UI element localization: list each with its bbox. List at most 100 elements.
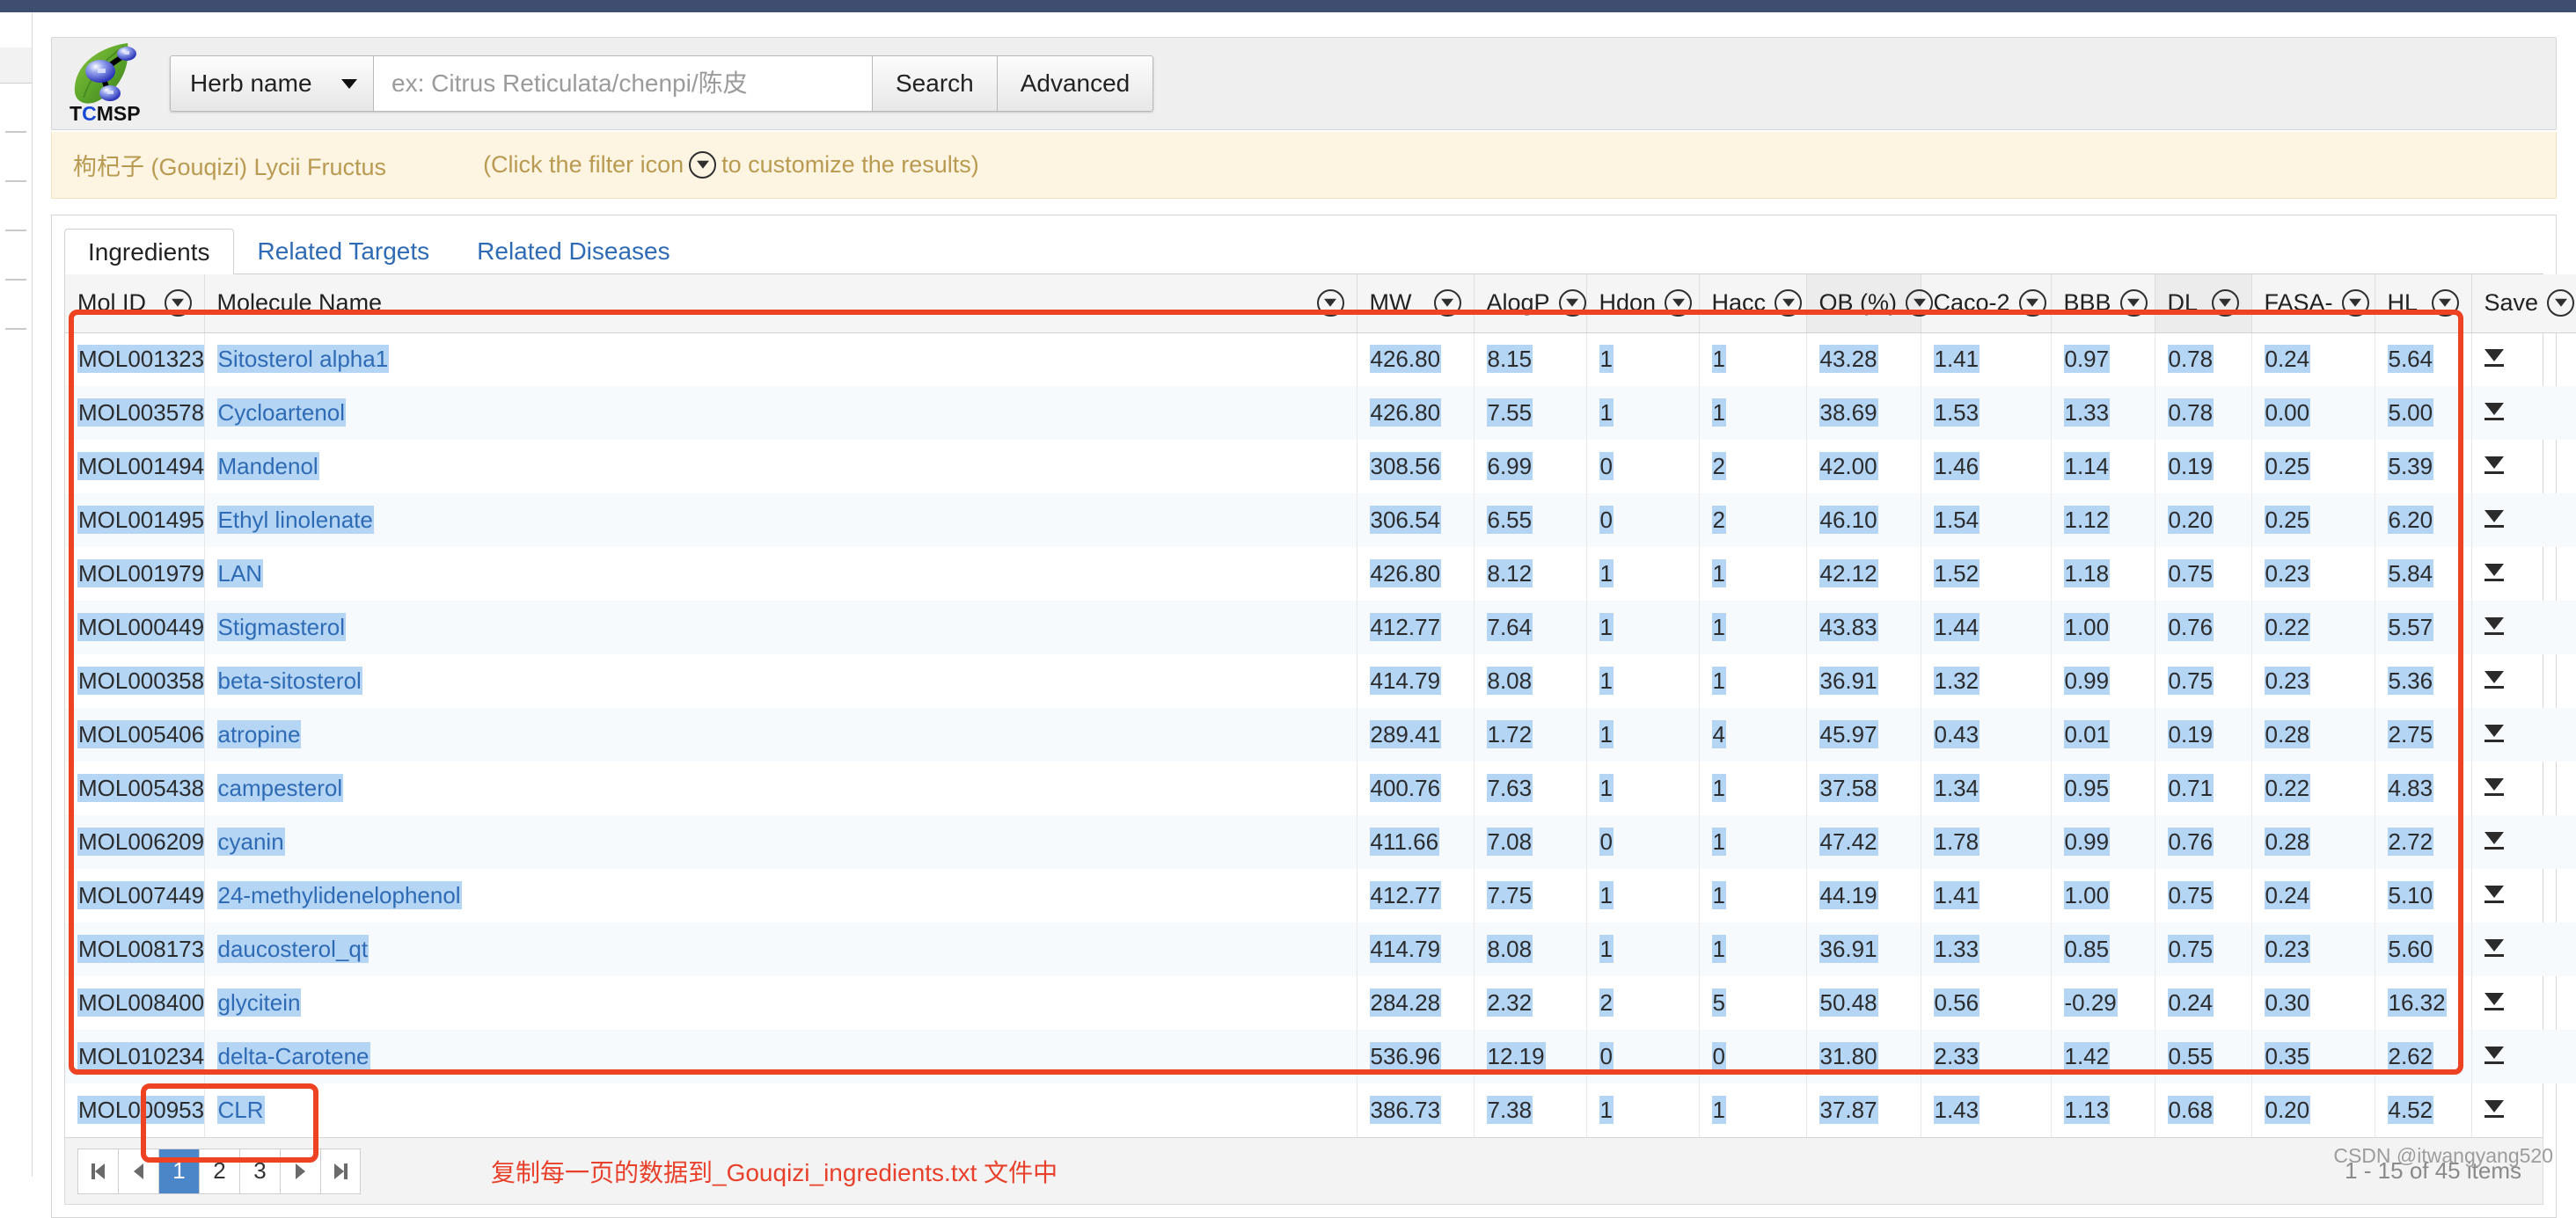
column-filter-icon[interactable] <box>1775 289 1803 317</box>
download-icon[interactable] <box>2484 617 2504 635</box>
column-header-caco2[interactable]: Caco-2 <box>1921 274 2052 333</box>
download-icon[interactable] <box>2484 993 2504 1010</box>
cell-caco2: 1.41 <box>1921 869 2052 923</box>
table-row[interactable]: MOL007449 24-methylidenelophenol 412.77 7.7… <box>65 869 2576 923</box>
download-icon[interactable] <box>2484 349 2504 368</box>
column-filter-icon[interactable] <box>1558 289 1586 317</box>
save-row-button[interactable] <box>2471 493 2576 547</box>
save-row-button[interactable] <box>2471 1083 2576 1137</box>
table-row[interactable]: MOL001979 LAN 426.80 8.12 1 1 42.12 1.52 1.18 0.7… <box>65 547 2576 601</box>
column-filter-icon[interactable] <box>2431 289 2459 317</box>
cell-caco2: 1.78 <box>1921 815 2052 869</box>
save-row-button[interactable] <box>2471 708 2576 762</box>
save-row-button[interactable] <box>2471 923 2576 976</box>
tab-related-targets[interactable]: Related Targets <box>234 228 454 274</box>
save-row-button[interactable] <box>2471 440 2576 493</box>
column-header-name[interactable]: Molecule Name <box>204 274 1358 333</box>
save-row-button[interactable] <box>2471 601 2576 654</box>
save-row-button[interactable] <box>2471 815 2576 869</box>
table-row[interactable]: MOL005406 atropine 289.41 1.72 1 4 45.97 0.43 0.… <box>65 708 2576 762</box>
table-row[interactable]: MOL000449 Stigmasterol 412.77 7.64 1 1 43.83 1.… <box>65 601 2576 654</box>
prev-page-button[interactable] <box>118 1148 158 1194</box>
download-icon[interactable] <box>2484 671 2504 689</box>
tab-related-diseases[interactable]: Related Diseases <box>453 228 693 274</box>
cell-caco2: 1.33 <box>1921 923 2052 976</box>
search-type-select[interactable]: Herb name <box>170 55 374 112</box>
download-icon[interactable] <box>2484 725 2504 742</box>
first-page-button[interactable] <box>77 1148 118 1194</box>
download-icon[interactable] <box>2484 778 2504 796</box>
column-header-save[interactable]: Save <box>2471 274 2576 333</box>
download-icon[interactable] <box>2484 403 2504 420</box>
cell-value: 2 <box>1711 452 1726 480</box>
table-row[interactable]: MOL003578 Cycloartenol 426.80 7.55 1 1 38.69 1.… <box>65 386 2576 440</box>
cell-value: 1.34 <box>1933 774 1980 802</box>
table-row[interactable]: MOL010234 delta-Carotene 536.96 12.19 0 0 31.8… <box>65 1030 2576 1083</box>
save-row-button[interactable] <box>2471 1030 2576 1083</box>
download-icon[interactable] <box>2484 886 2504 903</box>
save-row-button[interactable] <box>2471 762 2576 815</box>
column-header-bbb[interactable]: BBB <box>2051 274 2155 333</box>
table-row[interactable]: MOL001494 Mandenol 308.56 6.99 0 2 42.00 1.46 1.… <box>65 440 2576 493</box>
cell-hdon: 0 <box>1586 815 1700 869</box>
column-filter-icon[interactable] <box>2341 289 2369 317</box>
column-filter-icon[interactable] <box>1665 289 1693 317</box>
filter-icon <box>689 151 717 179</box>
column-filter-icon[interactable] <box>1433 289 1461 317</box>
column-filter-icon[interactable] <box>2018 289 2046 317</box>
column-header-fasa[interactable]: FASA- <box>2251 274 2375 333</box>
column-header-ob[interactable]: OB (%) <box>1806 274 1934 333</box>
table-header-row: Mol ID Molecule Name MW AlogP Hdon Hacc OB (%)… <box>65 274 2576 333</box>
page-number-1[interactable]: 1 <box>158 1148 199 1194</box>
cell-alogp: 8.15 <box>1474 332 1587 386</box>
download-icon[interactable] <box>2484 832 2504 850</box>
save-row-button[interactable] <box>2471 976 2576 1030</box>
table-row[interactable]: MOL001495 Ethyl linolenate 306.54 6.55 0 2 46.… <box>65 493 2576 547</box>
column-header-hl[interactable]: HL <box>2375 274 2472 333</box>
cell-value: 7.64 <box>1486 613 1533 641</box>
cell-value: 2.75 <box>2387 720 2434 748</box>
search-button[interactable]: Search <box>873 55 998 112</box>
save-row-button[interactable] <box>2471 869 2576 923</box>
download-icon[interactable] <box>2484 564 2504 581</box>
column-header-hacc[interactable]: Hacc <box>1699 274 1807 333</box>
download-icon[interactable] <box>2484 456 2504 474</box>
table-row[interactable]: MOL000358 beta-sitosterol 414.79 8.08 1 1 36.9… <box>65 654 2576 708</box>
column-filter-icon[interactable] <box>1316 289 1344 317</box>
column-header-alogp[interactable]: AlogP <box>1474 274 1587 333</box>
table-row[interactable]: MOL008400 glycitein 284.28 2.32 2 5 50.48 0.56 -… <box>65 976 2576 1030</box>
cell-mol_id: MOL000953 <box>65 1083 205 1137</box>
cell-value: 37.87 <box>1819 1096 1878 1124</box>
download-icon[interactable] <box>2484 1047 2504 1064</box>
advanced-search-button[interactable]: Advanced <box>997 55 1154 112</box>
tab-ingredients[interactable]: Ingredients <box>64 229 234 274</box>
download-icon[interactable] <box>2484 939 2504 957</box>
save-row-button[interactable] <box>2471 547 2576 601</box>
column-header-mol_id[interactable]: Mol ID <box>65 274 205 333</box>
save-row-button[interactable] <box>2471 386 2576 440</box>
search-input[interactable] <box>374 55 873 112</box>
next-page-button[interactable] <box>280 1148 320 1194</box>
cell-value: 0.24 <box>2167 988 2214 1017</box>
cell-bbb: 0.99 <box>2051 654 2155 708</box>
save-row-button[interactable] <box>2471 332 2576 386</box>
last-page-button[interactable] <box>320 1148 361 1194</box>
save-row-button[interactable] <box>2471 654 2576 708</box>
column-header-dl[interactable]: DL <box>2155 274 2252 333</box>
column-filter-icon[interactable] <box>2119 289 2148 317</box>
page-number-3[interactable]: 3 <box>239 1148 280 1194</box>
table-row[interactable]: MOL006209 cyanin 411.66 7.08 0 1 47.42 1.78 0.99… <box>65 815 2576 869</box>
column-header-mw[interactable]: MW <box>1357 274 1475 333</box>
column-filter-icon[interactable] <box>2547 289 2575 317</box>
table-row[interactable]: MOL005438 campesterol 400.76 7.63 1 1 37.58 1.3… <box>65 762 2576 815</box>
download-icon[interactable] <box>2484 1100 2504 1118</box>
column-filter-icon[interactable] <box>164 289 192 317</box>
cell-mw: 400.76 <box>1357 762 1475 815</box>
column-filter-icon[interactable] <box>2211 289 2239 317</box>
download-icon[interactable] <box>2484 510 2504 528</box>
table-row[interactable]: MOL000953 CLR 386.73 7.38 1 1 37.87 1.43 1.13 0.6… <box>65 1083 2576 1137</box>
column-header-hdon[interactable]: Hdon <box>1586 274 1700 333</box>
page-number-2[interactable]: 2 <box>199 1148 239 1194</box>
table-row[interactable]: MOL008173 daucosterol_qt 414.79 8.08 1 1 36.91… <box>65 923 2576 976</box>
table-row[interactable]: MOL001323 Sitosterol alpha1 426.80 8.15 1 1 43… <box>65 332 2576 386</box>
